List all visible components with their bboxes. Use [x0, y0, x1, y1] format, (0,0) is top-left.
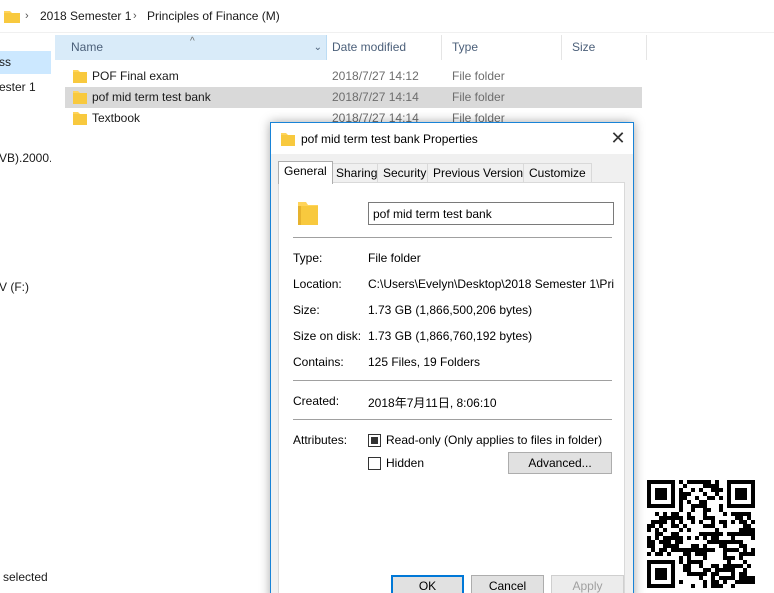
close-icon[interactable]: ✕	[603, 123, 633, 154]
hidden-checkbox-label[interactable]: Hidden	[386, 456, 424, 470]
location-value: C:\Users\Evelyn\Desktop\2018 Semester 1\…	[368, 277, 614, 291]
file-name: POF Final exam	[92, 69, 179, 83]
file-name: Textbook	[92, 111, 141, 125]
screen: › 2018 Semester 1 › Principles of Financ…	[0, 0, 774, 593]
size-on-disk-value: 1.73 GB (1,866,760,192 bytes)	[368, 329, 533, 343]
file-row-selected[interactable]: pof mid term test bank 2018/7/27 14:14 F…	[65, 87, 642, 108]
breadcrumb-item[interactable]: Principles of Finance (M)	[147, 9, 280, 23]
folder-icon	[4, 9, 20, 26]
file-date: 2018/7/27 14:14	[332, 90, 419, 104]
dialog-title: pof mid term test bank Properties	[301, 132, 478, 146]
nav-item[interactable]: ester 1	[0, 80, 36, 94]
chevron-right-icon: ›	[25, 10, 29, 22]
column-header-type[interactable]: Type	[442, 35, 562, 60]
column-header-size[interactable]: Size	[562, 35, 647, 60]
dialog-button-row: OK Cancel Apply	[271, 575, 633, 593]
file-type: File folder	[452, 90, 505, 104]
size-value: 1.73 GB (1,866,500,206 bytes)	[368, 303, 533, 317]
file-name: pof mid term test bank	[92, 90, 211, 104]
tab-general[interactable]: General	[278, 161, 333, 184]
tab-previous-versions[interactable]: Previous Versions	[427, 163, 536, 183]
address-bar[interactable]: › 2018 Semester 1 › Principles of Financ…	[0, 0, 774, 33]
file-row[interactable]: POF Final exam 2018/7/27 14:12 File fold…	[65, 66, 642, 87]
nav-item[interactable]: V (F:)	[0, 280, 29, 294]
status-bar-text: selected	[3, 570, 48, 584]
ok-button[interactable]: OK	[391, 575, 464, 593]
cancel-button[interactable]: Cancel	[471, 575, 544, 593]
large-folder-icon	[296, 199, 320, 230]
apply-button[interactable]: Apply	[551, 575, 624, 593]
chevron-down-icon[interactable]: ⌄	[314, 35, 322, 60]
folder-name-input[interactable]	[368, 202, 614, 225]
properties-dialog: pof mid term test bank Properties ✕ Gene…	[270, 122, 634, 593]
sort-ascending-icon: ^	[190, 36, 195, 47]
dialog-titlebar[interactable]: pof mid term test bank Properties ✕	[271, 123, 633, 154]
column-label: Name	[71, 40, 104, 54]
file-date: 2018/7/27 14:12	[332, 69, 419, 83]
contains-label: Contains:	[293, 355, 344, 369]
nav-item[interactable]: VB).2000.3	[0, 151, 51, 165]
general-tab-panel: Type: File folder Location: C:\Users\Eve…	[278, 182, 625, 593]
type-label: Type:	[293, 251, 323, 265]
separator	[293, 237, 612, 238]
navigation-pane: ss ester 1 VB).2000.3 V (F:)	[0, 33, 51, 593]
hidden-checkbox[interactable]	[368, 457, 381, 470]
readonly-checkbox[interactable]	[368, 434, 381, 447]
readonly-checkbox-label[interactable]: Read-only (Only applies to files in fold…	[386, 433, 602, 447]
column-label: Date modified	[332, 40, 407, 54]
created-value: 2018年7月11日, 8:06:10	[368, 396, 497, 410]
column-header-name[interactable]: Name ^ ⌄	[55, 35, 327, 60]
separator	[293, 419, 612, 420]
size-on-disk-label: Size on disk:	[293, 329, 362, 343]
tab-customize[interactable]: Customize	[523, 163, 592, 183]
size-label: Size:	[293, 303, 320, 317]
folder-icon	[73, 111, 87, 132]
breadcrumb-item[interactable]: 2018 Semester 1	[40, 9, 131, 23]
type-value: File folder	[368, 251, 421, 265]
separator	[293, 380, 612, 381]
column-header-date[interactable]: Date modified	[322, 35, 442, 60]
file-type: File folder	[452, 69, 505, 83]
tab-sharing[interactable]: Sharing	[330, 163, 384, 183]
column-label: Size	[572, 40, 596, 54]
attributes-label: Attributes:	[293, 433, 348, 447]
file-list: POF Final exam 2018/7/27 14:12 File fold…	[65, 66, 642, 129]
qr-code-image	[647, 480, 755, 588]
location-label: Location:	[293, 277, 342, 291]
tab-security[interactable]: Security	[377, 163, 433, 183]
folder-icon	[281, 132, 295, 149]
created-label: Created:	[293, 394, 340, 408]
advanced-button[interactable]: Advanced...	[508, 452, 612, 474]
column-header-row: Name ^ ⌄ Date modified Type Size	[55, 35, 647, 60]
contains-value: 125 Files, 19 Folders	[368, 355, 481, 369]
chevron-right-icon: ›	[133, 10, 137, 22]
column-label: Type	[452, 40, 479, 54]
nav-item[interactable]: ss	[0, 55, 11, 69]
